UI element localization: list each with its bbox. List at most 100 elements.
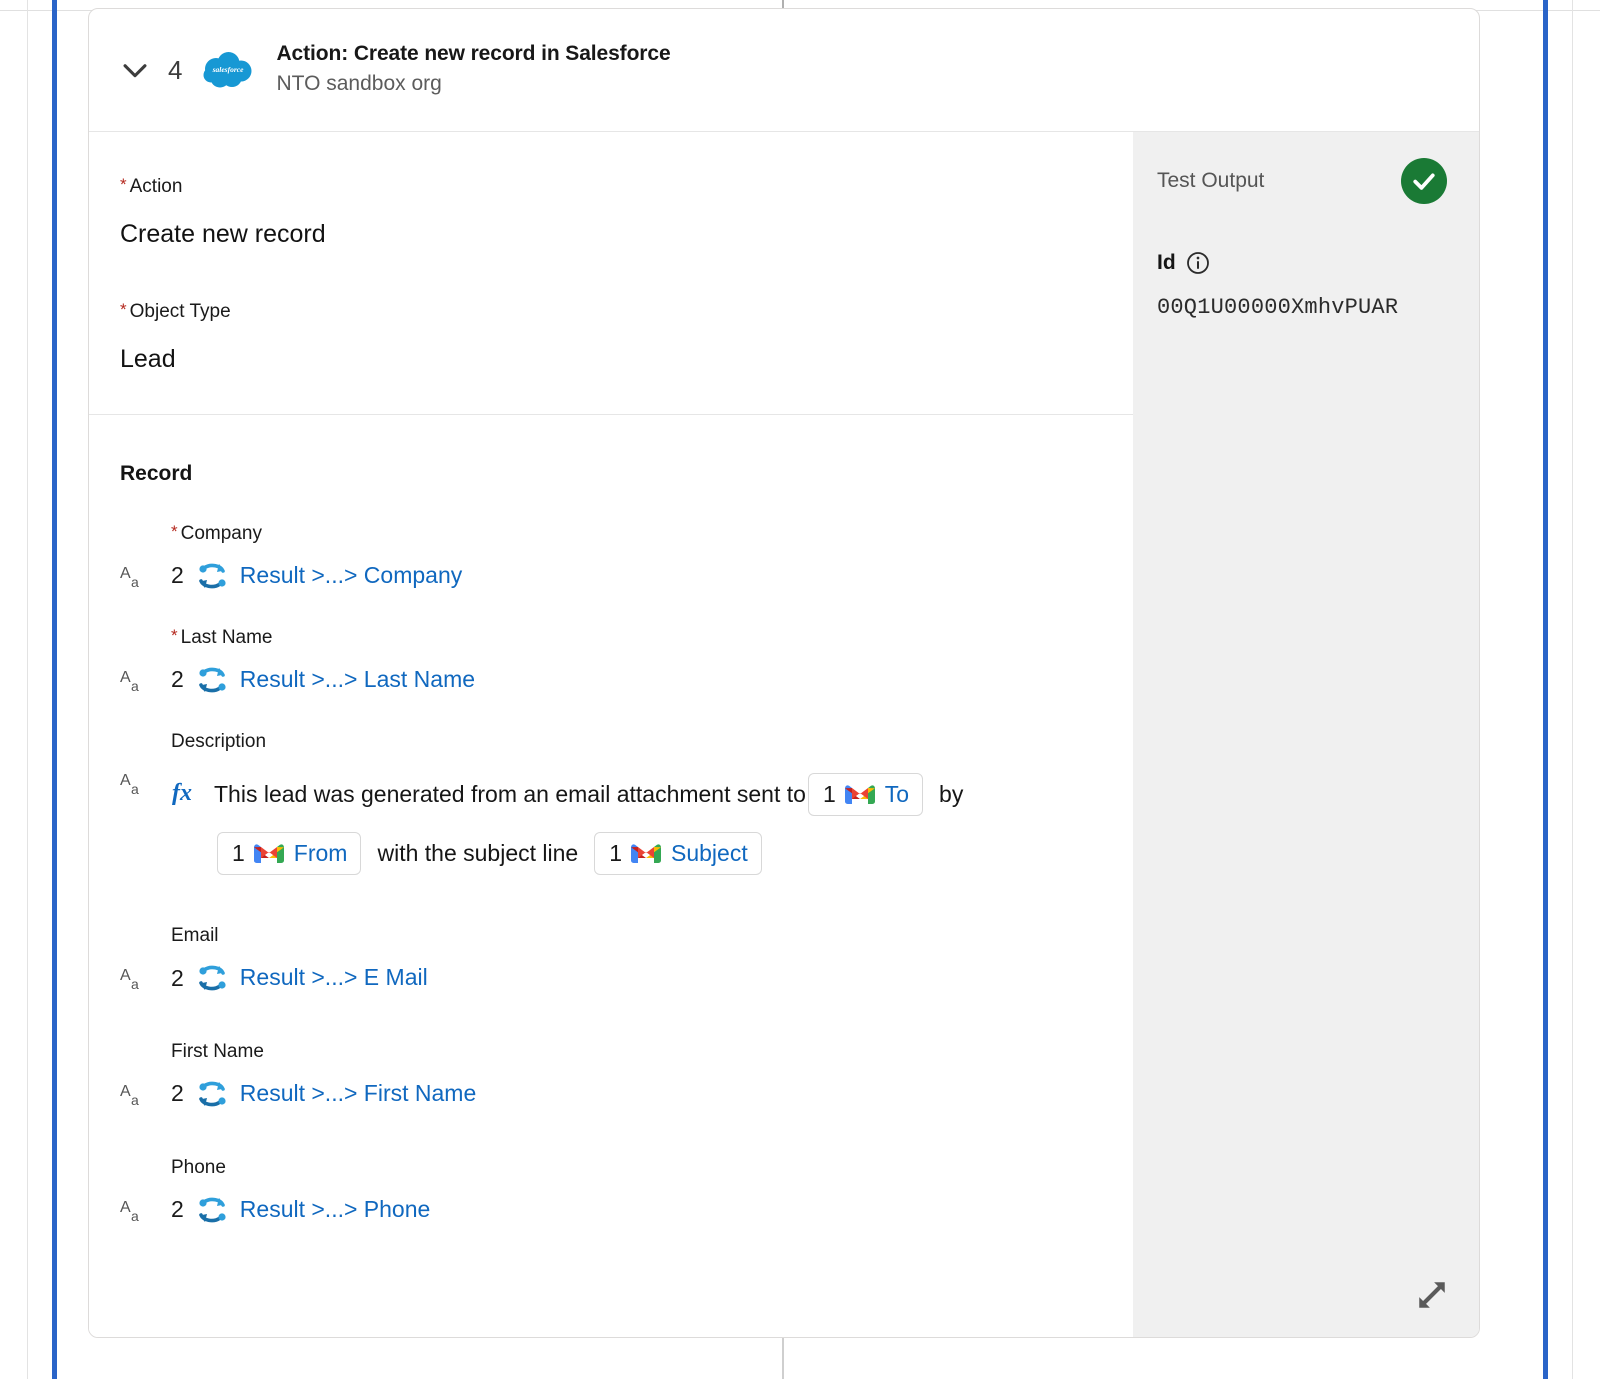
right-gutter-line xyxy=(1572,0,1573,1379)
source-step-number: 2 xyxy=(171,1080,184,1107)
token-step-number: 1 xyxy=(822,780,836,807)
output-value-id: 00Q1U00000XmhvPUAR xyxy=(1157,295,1399,320)
output-key-label: Id xyxy=(1157,251,1176,274)
field-label-text: Email xyxy=(171,925,219,947)
step-number: 4 xyxy=(168,54,183,85)
left-accent-rail xyxy=(52,0,57,1379)
field-label: Email xyxy=(171,925,1133,948)
record-field-phone: Phone A a 2 Result >...> Phone xyxy=(120,1157,1133,1227)
reference-link[interactable]: Result >...> Company xyxy=(240,562,462,590)
step-subtitle: NTO sandbox org xyxy=(276,72,442,96)
required-indicator: * xyxy=(120,299,127,319)
step-title: Action: Create new record in Salesforce xyxy=(276,42,671,66)
field-label-text: Description xyxy=(171,730,267,752)
text-format-icon: A a xyxy=(120,559,156,593)
token-label: To xyxy=(884,780,910,807)
field-label-text: First Name xyxy=(171,1041,264,1063)
step-header-text: Action: Create new record in Salesforce … xyxy=(276,40,670,100)
token-label: Subject xyxy=(671,839,748,866)
reference-link[interactable]: Result >...> Phone xyxy=(240,1196,431,1224)
test-output-pane: Test Output Id 00Q1U00000XmhvPUAR xyxy=(1133,132,1479,1337)
source-step-number: 2 xyxy=(171,562,184,589)
loop-arrows-icon xyxy=(195,1077,229,1111)
svg-text:a: a xyxy=(131,1208,139,1224)
record-field-description: Description A a fx This lead was generat… xyxy=(120,731,1133,880)
top-fields-section: * Action Create new record * Object Type L… xyxy=(89,132,1133,415)
right-accent-rail xyxy=(1543,0,1548,1379)
reference-link[interactable]: Result >...> Last Name xyxy=(240,666,475,694)
test-output-header: Test Output xyxy=(1133,132,1479,204)
fx-icon: fx xyxy=(171,777,205,812)
source-step-number: 2 xyxy=(171,1196,184,1223)
step-body: * Action Create new record * Object Type L… xyxy=(89,132,1479,1337)
description-text-3: with the subject line xyxy=(377,840,579,867)
record-field-last-name: * Last Name A a 2 Result >...> Last Name xyxy=(120,625,1133,697)
field-label: Description xyxy=(171,731,1133,754)
info-circle-icon[interactable] xyxy=(1186,251,1210,275)
record-field-first-name: First Name A a 2 Result >...> First Name xyxy=(120,1041,1133,1111)
svg-text:A: A xyxy=(120,1199,131,1216)
action-field-label: * Action xyxy=(120,175,1133,199)
token-label: From xyxy=(293,839,348,866)
loop-arrows-icon xyxy=(195,559,229,593)
record-heading: Record xyxy=(120,462,193,485)
record-section: Record * Company A a 2 Result >...> Comp… xyxy=(89,415,1133,1227)
gmail-token-subject[interactable]: 1 Subject xyxy=(594,831,762,875)
gmail-token-to[interactable]: 1 To xyxy=(807,772,924,816)
svg-text:A: A xyxy=(120,669,131,686)
source-step-number: 2 xyxy=(171,964,184,991)
svg-text:A: A xyxy=(120,565,131,582)
field-label-text: Phone xyxy=(171,1156,226,1178)
svg-text:a: a xyxy=(131,574,139,590)
step-header[interactable]: 4 salesforce Action: Create new record i… xyxy=(89,9,1479,132)
record-field-company: * Company A a 2 Result >...> Company xyxy=(120,522,1133,593)
field-label: Phone xyxy=(171,1157,1133,1180)
action-label-text: Action xyxy=(129,176,183,197)
reference-link[interactable]: Result >...> First Name xyxy=(240,1080,476,1108)
app-root: 4 salesforce Action: Create new record i… xyxy=(0,0,1600,1379)
gmail-token-from[interactable]: 1 From xyxy=(217,831,362,875)
description-text-1: This lead was generated from an email at… xyxy=(214,781,806,808)
reference-link[interactable]: Result >...> E Mail xyxy=(240,964,428,992)
description-text-2: by xyxy=(939,781,964,808)
gmail-icon xyxy=(631,842,661,865)
check-circle-icon xyxy=(1401,158,1447,204)
text-format-icon: A a xyxy=(120,1077,156,1111)
svg-text:A: A xyxy=(120,772,131,789)
loop-arrows-icon xyxy=(195,1193,229,1227)
gmail-icon xyxy=(253,842,284,865)
text-format-icon: A a xyxy=(120,961,156,995)
svg-text:a: a xyxy=(131,1092,139,1108)
svg-text:A: A xyxy=(120,967,131,984)
svg-text:a: a xyxy=(131,781,139,797)
step-connector-bottom xyxy=(782,1338,784,1379)
text-format-icon: A a xyxy=(120,1193,156,1227)
expand-arrows-icon[interactable] xyxy=(1415,1278,1449,1312)
salesforce-icon: salesforce xyxy=(200,48,256,92)
object-type-label-text: Object Type xyxy=(129,300,231,322)
config-pane: * Action Create new record * Object Type L… xyxy=(89,132,1133,1337)
action-step-card: 4 salesforce Action: Create new record i… xyxy=(88,8,1480,1338)
test-output-field-id: Id 00Q1U00000XmhvPUAR xyxy=(1133,204,1479,320)
svg-text:salesforce: salesforce xyxy=(212,65,244,74)
action-field-value[interactable]: Create new record xyxy=(120,219,1133,249)
token-step-number: 1 xyxy=(232,839,245,866)
field-label-text: Company xyxy=(180,523,262,544)
field-label-text: Last Name xyxy=(180,626,273,648)
required-indicator: * xyxy=(171,625,178,645)
chevron-down-icon[interactable] xyxy=(118,53,152,87)
record-field-email: Email A a 2 Result >...> E Mail xyxy=(120,925,1133,995)
text-format-icon: A a xyxy=(120,663,156,697)
required-indicator: * xyxy=(171,522,178,541)
loop-arrows-icon xyxy=(195,961,229,995)
svg-text:A: A xyxy=(120,1083,131,1100)
field-label: First Name xyxy=(171,1041,1133,1064)
left-gutter-line xyxy=(27,0,28,1379)
text-format-icon: A a xyxy=(120,766,156,800)
required-indicator: * xyxy=(120,175,127,194)
svg-text:a: a xyxy=(131,976,139,992)
object-type-field-value[interactable]: Lead xyxy=(120,344,1133,374)
token-step-number: 1 xyxy=(609,839,622,866)
source-step-number: 2 xyxy=(171,666,184,693)
svg-text:a: a xyxy=(131,678,139,694)
